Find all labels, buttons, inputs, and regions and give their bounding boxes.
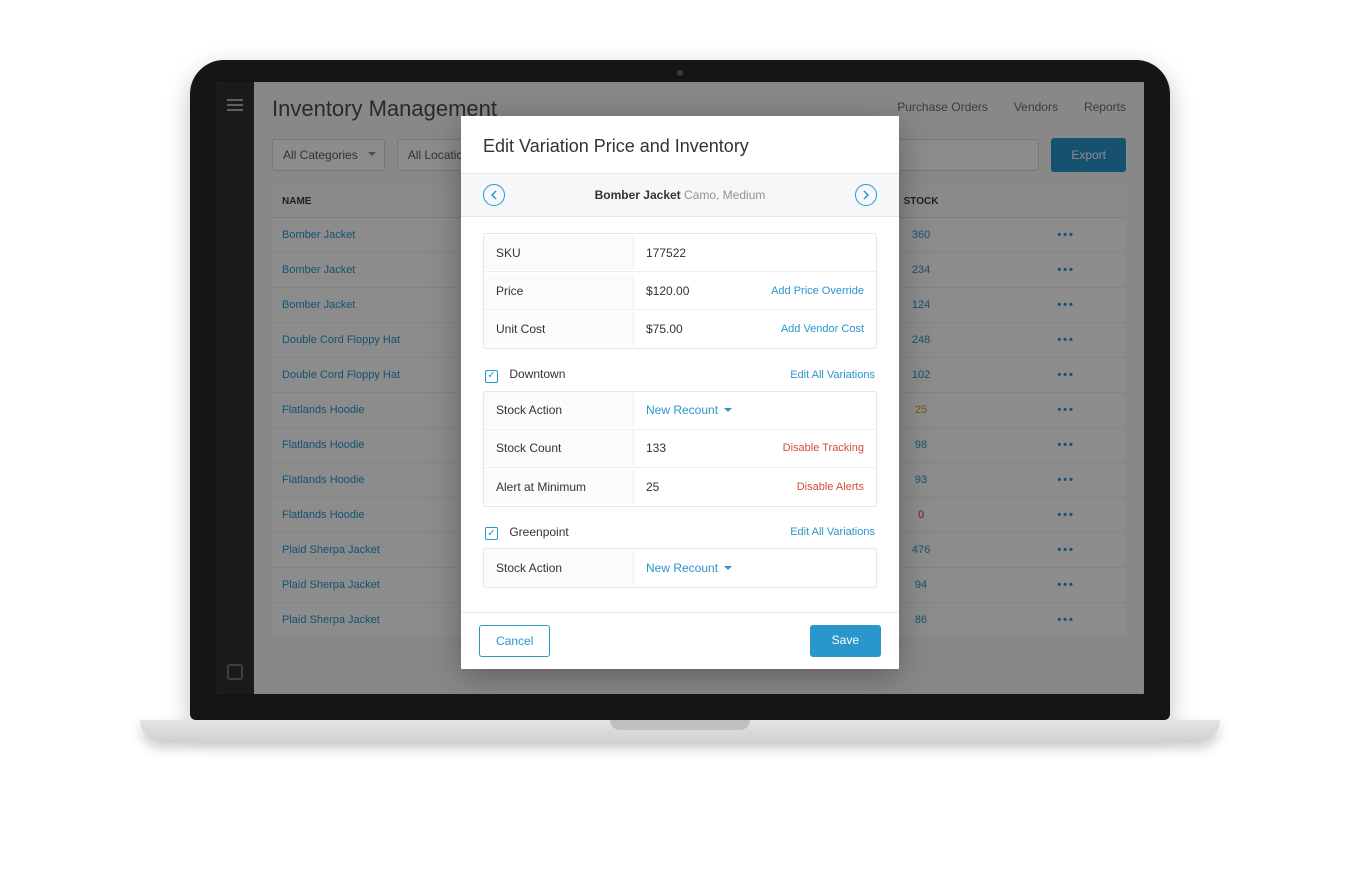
edit-all-variations-greenpoint[interactable]: Edit All Variations: [790, 526, 875, 538]
add-vendor-cost-link[interactable]: Add Vendor Cost: [769, 323, 876, 335]
variant-name-main: Bomber Jacket: [595, 188, 681, 202]
save-button-label: Save: [832, 633, 859, 647]
stock-action-row-greenpoint: Stock Action New Recount: [484, 549, 876, 587]
modal-body: SKU 177522 Price $120.00 Add Price Overr…: [461, 217, 899, 612]
disable-alerts-link[interactable]: Disable Alerts: [785, 481, 876, 493]
alert-min-value[interactable]: 25: [634, 470, 785, 504]
edit-all-variations-downtown[interactable]: Edit All Variations: [790, 369, 875, 381]
sku-value[interactable]: 177522: [634, 236, 876, 270]
stock-count-value[interactable]: 133: [634, 431, 771, 465]
unitcost-label: Unit Cost: [484, 312, 634, 346]
stock-action-label: Stock Action: [484, 393, 634, 427]
variant-name-sub: Camo, Medium: [681, 188, 766, 202]
checkbox-downtown[interactable]: ✓: [485, 370, 498, 383]
unitcost-row: Unit Cost $75.00 Add Vendor Cost: [484, 310, 876, 348]
unitcost-value[interactable]: $75.00: [634, 312, 769, 346]
stock-action-select-greenpoint[interactable]: New Recount: [634, 551, 876, 585]
stock-action-select-downtown[interactable]: New Recount: [634, 393, 876, 427]
stock-action-row-downtown: Stock Action New Recount: [484, 392, 876, 430]
price-value[interactable]: $120.00: [634, 274, 759, 308]
price-row: Price $120.00 Add Price Override: [484, 272, 876, 310]
pricing-card: SKU 177522 Price $120.00 Add Price Overr…: [483, 233, 877, 349]
laptop-base: [140, 720, 1220, 742]
modal-footer: Cancel Save: [461, 612, 899, 669]
edit-variation-modal: Edit Variation Price and Inventory Bombe…: [461, 116, 899, 669]
stock-action-value: New Recount: [646, 403, 718, 417]
add-price-override-link[interactable]: Add Price Override: [759, 285, 876, 297]
camera-icon: [677, 70, 683, 76]
chevron-down-icon: [724, 408, 732, 416]
laptop-frame: Inventory Management Purchase Orders Ven…: [190, 60, 1170, 760]
checkbox-greenpoint[interactable]: ✓: [485, 527, 498, 540]
chevron-down-icon: [724, 566, 732, 574]
variant-nav: Bomber Jacket Camo, Medium: [461, 173, 899, 217]
location-downtown-card: Stock Action New Recount Stock Count 133…: [483, 391, 877, 507]
stock-count-label: Stock Count: [484, 431, 634, 465]
alert-min-row-downtown: Alert at Minimum 25 Disable Alerts: [484, 468, 876, 506]
laptop-lid: Inventory Management Purchase Orders Ven…: [190, 60, 1170, 720]
location-greenpoint-card: Stock Action New Recount: [483, 548, 877, 588]
location-downtown-header: ✓ Downtown Edit All Variations: [483, 367, 877, 391]
location-greenpoint-header: ✓ Greenpoint Edit All Variations: [483, 525, 877, 549]
stock-action-label: Stock Action: [484, 551, 634, 585]
stock-count-row-downtown: Stock Count 133 Disable Tracking: [484, 430, 876, 468]
prev-variant-button[interactable]: [483, 184, 505, 206]
screen: Inventory Management Purchase Orders Ven…: [216, 82, 1144, 694]
location-greenpoint-name: Greenpoint: [509, 525, 568, 539]
stock-action-value: New Recount: [646, 561, 718, 575]
cancel-button[interactable]: Cancel: [479, 625, 550, 657]
location-downtown-name: Downtown: [509, 367, 565, 381]
disable-tracking-link[interactable]: Disable Tracking: [771, 442, 876, 454]
next-variant-button[interactable]: [855, 184, 877, 206]
sku-label: SKU: [484, 236, 634, 270]
sku-row: SKU 177522: [484, 234, 876, 272]
modal-title: Edit Variation Price and Inventory: [461, 116, 899, 173]
laptop-notch: [610, 720, 750, 730]
alert-min-label: Alert at Minimum: [484, 470, 634, 504]
save-button[interactable]: Save: [810, 625, 881, 657]
price-label: Price: [484, 274, 634, 308]
cancel-button-label: Cancel: [496, 634, 533, 648]
variant-name: Bomber Jacket Camo, Medium: [595, 188, 766, 202]
